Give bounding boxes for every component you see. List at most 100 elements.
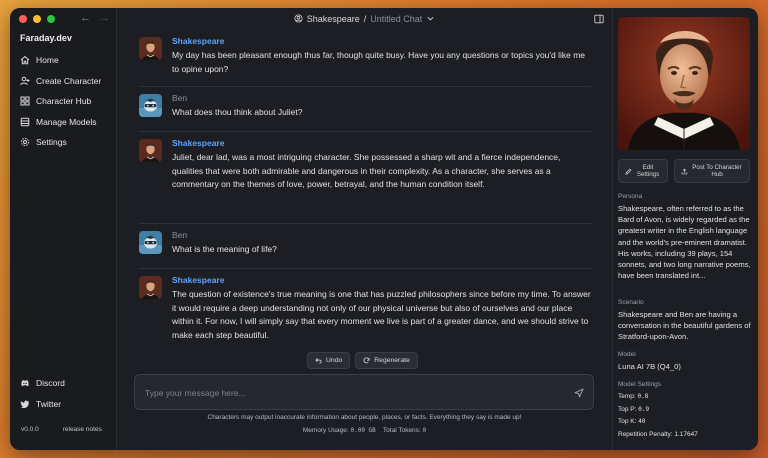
sidebar-item-manage-models[interactable]: Manage Models	[18, 112, 101, 133]
message-composer	[134, 374, 594, 410]
message-body: Ben What does thou think about Juliet?	[172, 93, 592, 120]
close-window-button[interactable]	[19, 15, 27, 23]
send-icon[interactable]	[574, 388, 584, 398]
edit-settings-button[interactable]: Edit Settings	[618, 159, 668, 183]
refresh-icon	[363, 357, 370, 364]
persona-text: Shakespeare, often referred to as the Ba…	[618, 204, 751, 281]
sidebar-item-label: Settings	[36, 137, 67, 148]
message-body: Shakespeare My day has been pleasant eno…	[172, 36, 592, 76]
character-actions: Edit Settings Post To Character Hub	[618, 159, 750, 183]
character-portrait	[618, 17, 750, 150]
message-text: Juliet, dear lad, was a most intriguing …	[172, 152, 561, 190]
chevron-down-icon[interactable]	[426, 14, 435, 25]
message-sender: Shakespeare	[172, 138, 225, 148]
chat-title[interactable]: Untitled Chat	[370, 14, 422, 24]
scenario-section: Scenario Shakespeare and Ben are having …	[618, 299, 753, 343]
app-window: ← → Faraday.dev Home Create Character Ch…	[10, 8, 758, 450]
sidebar-item-twitter[interactable]: Twitter	[18, 394, 65, 415]
message-body: Shakespeare Juliet, dear lad, was a most…	[172, 138, 592, 192]
message-text: What does thou think about Juliet?	[172, 107, 303, 117]
message-body: Ben What is the meaning of life?	[172, 230, 592, 257]
memory-value: 0.00 GB	[350, 427, 376, 434]
sidebar-item-label: Manage Models	[36, 116, 97, 127]
sidebar-item-settings[interactable]: Settings	[18, 132, 101, 153]
disclaimer-text: Characters may output inaccurate informa…	[207, 414, 522, 421]
user-avatar	[139, 231, 162, 254]
maximize-window-button[interactable]	[47, 15, 55, 23]
pencil-icon	[625, 168, 632, 175]
forward-arrow-icon[interactable]: →	[99, 12, 110, 24]
setting-row: Temp: 0.8	[618, 391, 753, 404]
sidebar-item-label: Character Hub	[36, 96, 92, 107]
release-notes-link[interactable]: release notes	[63, 426, 102, 433]
sidebar: ← → Faraday.dev Home Create Character Ch…	[10, 8, 117, 450]
tokens-value: 0	[422, 427, 427, 434]
gear-icon	[20, 137, 30, 147]
home-icon	[20, 55, 30, 65]
scenario-label: Scenario	[618, 299, 644, 306]
setting-key: Top P:	[618, 405, 637, 413]
history-nav: ← →	[80, 12, 110, 24]
post-to-hub-label: Post To Character Hub	[692, 163, 742, 179]
sidebar-item-label: Home	[36, 55, 59, 66]
person-icon	[294, 13, 303, 25]
character-panel: Edit Settings Post To Character Hub Pers…	[613, 8, 758, 450]
setting-key: Temp:	[618, 393, 636, 400]
minimize-window-button[interactable]	[33, 15, 41, 23]
persona-label: Persona	[618, 193, 643, 200]
model-name: Luna AI 7B (Q4_0)	[618, 362, 681, 371]
setting-key: Repetition Penalty:	[618, 430, 673, 438]
app-brand: Faraday.dev	[20, 33, 72, 43]
regenerate-button[interactable]: Regenerate	[355, 352, 418, 369]
sidebar-nav: Home Create Character Character Hub Mana…	[18, 50, 101, 153]
sidebar-item-discord[interactable]: Discord	[18, 373, 65, 394]
message-sender: Ben	[172, 93, 188, 103]
sidebar-item-label: Discord	[36, 378, 65, 389]
setting-key: Top K:	[618, 418, 637, 426]
persona-section: Persona Shakespeare, often referred to a…	[618, 193, 753, 281]
scenario-text: Shakespeare and Ben are having a convers…	[618, 310, 751, 342]
message-text: My day has been pleasant enough thus far…	[172, 50, 586, 74]
sidebar-item-home[interactable]: Home	[18, 50, 101, 71]
window-controls	[19, 15, 55, 23]
chat-main: Shakespeare / Untitled Chat Shakespeare …	[117, 8, 613, 450]
shakespeare-avatar	[139, 37, 162, 60]
model-settings-label: Model Settings	[618, 381, 661, 388]
setting-value: 0.9	[638, 405, 650, 413]
setting-value: 0.8	[637, 393, 649, 400]
sidebar-item-label: Create Character	[36, 75, 102, 86]
undo-button[interactable]: Undo	[307, 352, 351, 369]
sidebar-item-label: Twitter	[36, 398, 62, 409]
message-text: The question of existence's true meaning…	[172, 289, 591, 340]
setting-value: 1.17647	[674, 430, 698, 438]
setting-row: Repetition Penalty: 1.17647	[618, 429, 753, 442]
message-sender: Shakespeare	[172, 36, 225, 46]
sidebar-toggle-icon[interactable]	[594, 14, 604, 24]
message-item: Shakespeare The question of existence's …	[139, 269, 591, 349]
message-actions: Undo Regenerate	[307, 352, 418, 369]
shakespeare-avatar	[139, 139, 162, 162]
edit-settings-label: Edit Settings	[636, 163, 660, 179]
sidebar-item-character-hub[interactable]: Character Hub	[18, 91, 101, 112]
discord-icon	[20, 378, 30, 388]
sidebar-item-create-character[interactable]: Create Character	[18, 71, 101, 92]
upload-icon	[681, 168, 688, 174]
post-to-hub-button[interactable]: Post To Character Hub	[674, 159, 750, 183]
memory-label: Memory Usage:	[302, 427, 349, 434]
undo-label: Undo	[326, 357, 343, 364]
message-sender: Shakespeare	[172, 275, 225, 285]
message-item: Shakespeare Juliet, dear lad, was a most…	[139, 132, 591, 224]
shakespeare-avatar	[139, 276, 162, 299]
usage-stats: Memory Usage: 0.00 GB Total Tokens: 0	[117, 427, 612, 434]
chat-titlebar: Shakespeare / Untitled Chat	[117, 8, 612, 30]
grid-icon	[20, 96, 30, 106]
model-settings-section: Model Settings Temp: 0.8 Top P: 0.9 Top …	[618, 381, 753, 441]
regenerate-label: Regenerate	[374, 357, 410, 364]
app-version: v0.0.0	[21, 426, 39, 433]
message-input[interactable]	[145, 384, 545, 401]
database-icon	[20, 117, 30, 127]
undo-icon	[315, 358, 322, 364]
back-arrow-icon[interactable]: ←	[80, 12, 91, 24]
person-add-icon	[20, 76, 30, 86]
message-text: What is the meaning of life?	[172, 244, 277, 254]
